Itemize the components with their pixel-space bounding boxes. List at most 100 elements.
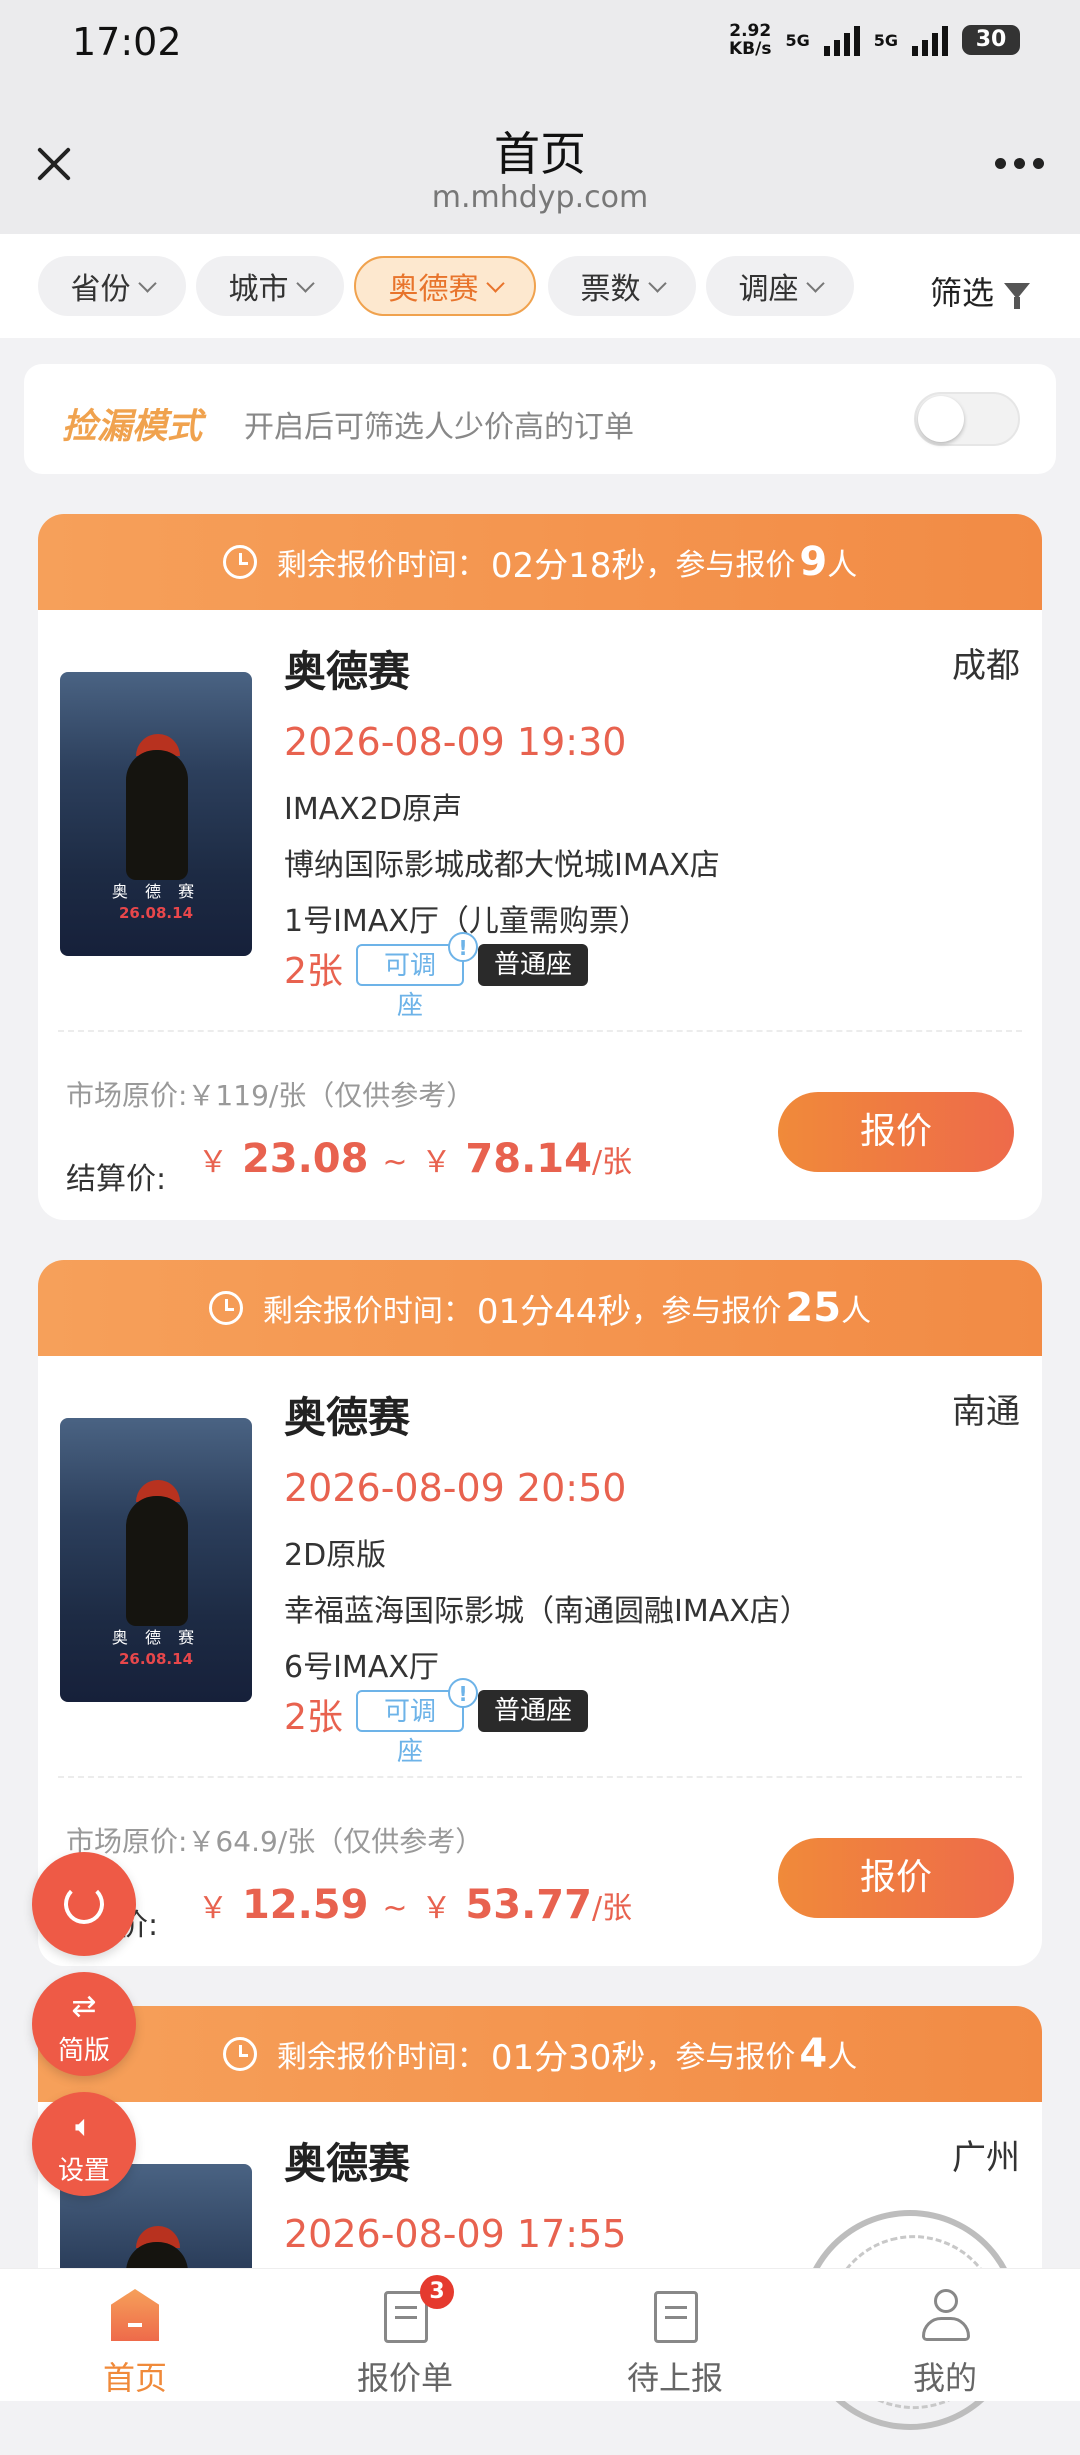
price-high: 53.77: [465, 1882, 592, 1928]
filter-seat-adjust[interactable]: 调座: [706, 256, 854, 316]
nav-home-label: 首页: [102, 2359, 167, 2397]
page-url: m.mhdyp.com: [431, 180, 649, 215]
filter-ticket-count[interactable]: 票数: [548, 256, 696, 316]
participants-count: 25: [785, 1285, 842, 1331]
network-type-1: 5G: [785, 30, 810, 50]
participants-count: 4: [799, 2031, 828, 2077]
simple-mode-label: 简版: [57, 2036, 110, 2066]
order-card: 剩余报价时间： 02分18秒 ，参与报价 9 人 奥 德 赛 26.08.14 …: [38, 514, 1042, 1220]
card-header: 剩余报价时间： 02分18秒 ，参与报价 9 人: [38, 514, 1042, 610]
countdown-time: 02分18秒: [490, 545, 646, 586]
filter-bar: 省份 城市 奥德赛 票数 调座 筛选: [0, 234, 1080, 338]
countdown-label: 剩余报价时间：: [276, 2040, 487, 2075]
city-label: 广州: [952, 2138, 1020, 2178]
city-label: 成都: [952, 646, 1020, 686]
filter-city[interactable]: 城市: [196, 256, 344, 316]
price-low: 23.08: [241, 1136, 369, 1182]
price-high: 78.14: [465, 1136, 592, 1182]
nav-profile[interactable]: 我的: [810, 2269, 1080, 2401]
order-card: 剩余报价时间： 01分44秒 ，参与报价 25 人 奥 德 赛 26.08.14…: [38, 1260, 1042, 1966]
movie-poster: 奥 德 赛 26.08.14: [60, 1418, 252, 1702]
showtime: 2026-08-09 19:30: [284, 720, 627, 764]
filter-ticket-count-label: 票数: [580, 272, 641, 307]
filter-seat-adjust-label: 调座: [738, 272, 799, 307]
card-header: 剩余报价时间： 01分44秒 ，参与报价 25 人: [38, 1260, 1042, 1356]
info-icon[interactable]: !: [448, 932, 478, 962]
countdown-time: 01分30秒: [490, 2037, 646, 2078]
poster-title: 奥 德 赛: [111, 882, 201, 901]
quote-button[interactable]: 报价: [778, 1092, 1014, 1172]
divider: [58, 1776, 1022, 1778]
signal-icon: [823, 24, 860, 56]
price-low: 12.59: [241, 1882, 369, 1928]
page-title: 首页: [494, 127, 586, 181]
card-header: 剩余报价时间： 01分30秒 ，参与报价 4 人: [38, 2006, 1042, 2102]
seat-type-tag: 普通座: [478, 1690, 588, 1732]
participants-unit: 人: [841, 1294, 872, 1329]
filter-province-label: 省份: [70, 272, 131, 307]
simple-mode-button[interactable]: ⇄ 简版: [32, 1972, 136, 2076]
bargain-mode-title: 捡漏模式: [62, 407, 203, 447]
signal-icon-2: [912, 24, 948, 56]
participants-label: ，参与报价: [645, 2040, 796, 2075]
city-label: 南通: [952, 1392, 1020, 1432]
hall-name: 6号IMAX厅: [284, 1650, 439, 1685]
chevron-down-icon: [485, 273, 505, 293]
funnel-icon: [1004, 283, 1030, 309]
cinema-name: 幸福蓝海国际影城（南通圆融IMAX店）: [284, 1594, 810, 1629]
clock-icon: [208, 1291, 243, 1325]
filter-button[interactable]: 筛选: [930, 268, 1030, 314]
filter-province[interactable]: 省份: [38, 256, 186, 316]
bargain-mode-toggle[interactable]: [914, 392, 1020, 446]
swap-icon: ⇄: [71, 1989, 97, 2024]
filter-button-label: 筛选: [929, 274, 994, 312]
settle-price: ￥ 23.08 ~ ￥ 78.14/张: [198, 1136, 633, 1182]
divider: [58, 1030, 1022, 1032]
nav-quotes[interactable]: 3 报价单: [270, 2269, 540, 2401]
filter-movie-label: 奥德赛: [388, 272, 479, 307]
user-icon: [920, 2289, 972, 2343]
nav-home[interactable]: 首页: [0, 2269, 270, 2401]
chevron-down-icon: [805, 273, 825, 293]
battery-icon: 30: [962, 25, 1020, 55]
ticket-quantity: 2张: [284, 1697, 343, 1738]
movie-format: IMAX2D原声: [284, 792, 462, 827]
countdown-label: 剩余报价时间：: [262, 1294, 473, 1329]
showtime: 2026-08-09 20:50: [284, 1466, 627, 1510]
movie-poster: 奥 德 赛 26.08.14: [60, 672, 252, 956]
countdown-time: 01分44秒: [476, 1291, 632, 1332]
title-bar: 首页 m.mhdyp.com: [0, 90, 1080, 234]
home-icon: [111, 2289, 159, 2341]
refresh-button[interactable]: [32, 1852, 136, 1956]
movie-name: 奥德赛: [284, 1393, 411, 1442]
settings-button[interactable]: 🔈︎ 设置: [32, 2092, 136, 2196]
cinema-name: 博纳国际影城成都大悦城IMAX店: [284, 848, 720, 883]
poster-date: 26.08.14: [118, 1650, 194, 1668]
movie-name: 奥德赛: [284, 647, 411, 696]
nav-pending[interactable]: 待上报: [540, 2269, 810, 2401]
clock-icon: [222, 545, 257, 579]
seat-type-tag: 普通座: [478, 944, 588, 986]
nav-quotes-label: 报价单: [356, 2359, 453, 2397]
refresh-icon: [64, 1884, 104, 1924]
movie-format: 2D原版: [284, 1538, 387, 1573]
status-bar: 17:02 2.92 KB/s 5G 5G 30: [0, 0, 1080, 90]
filter-city-label: 城市: [228, 272, 289, 307]
quote-button[interactable]: 报价: [778, 1838, 1014, 1918]
settle-price-label: 结算价:: [66, 1162, 167, 1197]
nav-pending-label: 待上报: [626, 2359, 723, 2397]
movie-name: 奥德赛: [284, 2139, 411, 2188]
participants-label: ，参与报价: [631, 1294, 782, 1329]
speaker-icon: 🔈︎: [75, 2109, 93, 2144]
network-speed-unit: KB/s: [729, 39, 772, 59]
market-price: 市场原价:￥64.9/张（仅供参考）: [66, 1825, 484, 1858]
network-type-2: 5G: [873, 30, 898, 50]
chevron-down-icon: [137, 273, 157, 293]
more-icon[interactable]: [995, 158, 1044, 169]
market-price: 市场原价:￥119/张（仅供参考）: [66, 1079, 475, 1112]
chevron-down-icon: [295, 273, 315, 293]
participants-label: ，参与报价: [645, 548, 796, 583]
status-icons: 2.92 KB/s 5G 5G 30: [729, 22, 1020, 58]
info-icon[interactable]: !: [448, 1678, 478, 1708]
filter-movie[interactable]: 奥德赛: [354, 256, 536, 316]
